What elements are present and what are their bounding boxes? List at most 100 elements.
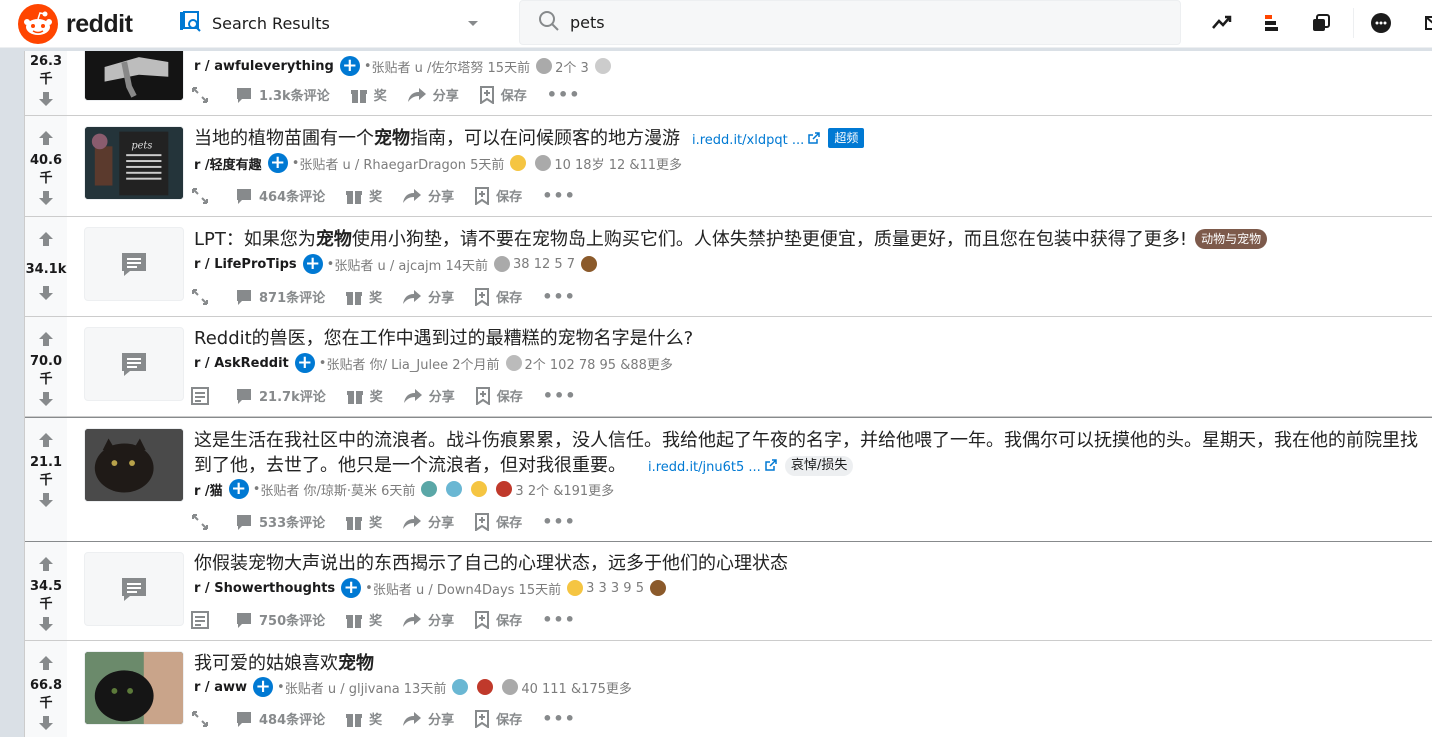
share-button[interactable]: 分享: [402, 186, 454, 205]
post-card[interactable]: 70.0 千 Reddit的兽医，您在工作中遇到过的最糟糕的宠物名字是什么? r …: [25, 317, 1432, 417]
award-button[interactable]: 奖: [345, 512, 382, 531]
comments-button[interactable]: 464条评论: [235, 186, 325, 205]
share-button[interactable]: 分享: [403, 386, 455, 405]
downvote-icon[interactable]: [38, 616, 54, 636]
post-thumbnail[interactable]: [84, 428, 184, 502]
post-title[interactable]: Reddit的兽医，您在工作中遇到过的最糟糕的宠物名字是什么?: [194, 326, 693, 351]
save-button[interactable]: 保存: [474, 186, 522, 205]
comments-button[interactable]: 21.7k评论: [235, 386, 326, 405]
expand-button[interactable]: [191, 187, 215, 205]
comments-button[interactable]: 533条评论: [235, 512, 325, 531]
comments-button[interactable]: 750条评论: [235, 610, 325, 629]
share-button[interactable]: 分享: [402, 512, 454, 531]
post-thumbnail[interactable]: [84, 651, 184, 725]
upvote-icon[interactable]: [38, 331, 54, 351]
post-thumbnail[interactable]: [84, 327, 184, 401]
award-button[interactable]: 奖: [345, 186, 382, 205]
chat-icon[interactable]: [1368, 10, 1394, 36]
save-button[interactable]: 保存: [474, 709, 522, 728]
post-thumbnail[interactable]: pets: [84, 126, 184, 200]
join-button[interactable]: +: [267, 153, 288, 173]
join-button[interactable]: +: [339, 56, 360, 76]
post-title[interactable]: 我可爱的姑娘喜欢宠物: [194, 651, 374, 676]
save-button[interactable]: 保存: [475, 386, 523, 405]
downvote-icon[interactable]: [38, 492, 54, 512]
upvote-icon[interactable]: [38, 130, 54, 150]
post-title[interactable]: 当地的植物苗圃有一个宠物指南，可以在问候顾客的地方漫游 i.redd.it/xld…: [194, 126, 865, 153]
subreddit-link[interactable]: r / AskReddit: [194, 356, 289, 371]
upvote-icon[interactable]: [38, 556, 54, 576]
share-button[interactable]: 分享: [402, 610, 454, 629]
downvote-icon[interactable]: [38, 391, 54, 411]
expand-button[interactable]: [191, 86, 215, 104]
coins-icon[interactable]: [1308, 10, 1334, 36]
downvote-icon[interactable]: [38, 285, 54, 305]
text-preview-button[interactable]: [191, 386, 215, 405]
award-button[interactable]: 奖: [345, 610, 382, 629]
award-button[interactable]: 奖: [346, 386, 383, 405]
join-button[interactable]: +: [228, 479, 249, 499]
share-button[interactable]: 分享: [402, 287, 454, 306]
search-input[interactable]: [570, 13, 1130, 32]
post-flair[interactable]: 哀悼/损失: [784, 456, 854, 476]
downvote-icon[interactable]: [38, 91, 54, 111]
award-button[interactable]: 奖: [345, 709, 382, 728]
join-button[interactable]: +: [253, 677, 274, 697]
post-thumbnail[interactable]: [84, 227, 184, 301]
save-button[interactable]: 保存: [474, 610, 522, 629]
post-thumbnail[interactable]: [84, 552, 184, 626]
award-button[interactable]: 奖: [345, 287, 382, 306]
post-card[interactable]: 34.5 千 你假装宠物大声说出的东西揭示了自己的心理状态，远多于他们的心理状态 …: [25, 542, 1432, 641]
post-flair[interactable]: 超频: [828, 128, 865, 148]
more-options-button[interactable]: •••: [542, 287, 576, 306]
text-preview-button[interactable]: [191, 610, 215, 629]
mail-icon[interactable]: [1418, 10, 1432, 36]
post-flair[interactable]: 动物与宠物: [1195, 229, 1268, 249]
join-button[interactable]: +: [294, 353, 315, 373]
external-link[interactable]: i.redd.it/xldpqt ...: [692, 132, 821, 148]
more-options-button[interactable]: •••: [543, 386, 577, 405]
subreddit-link[interactable]: r /猫: [194, 480, 223, 499]
share-button[interactable]: 分享: [407, 85, 459, 104]
comments-button[interactable]: 484条评论: [235, 709, 325, 728]
downvote-icon[interactable]: [38, 715, 54, 735]
post-card[interactable]: 26.3 千 r / awfuleverything + • 张贴者 u /佐尔塔…: [25, 51, 1432, 116]
post-title[interactable]: 你假装宠物大声说出的东西揭示了自己的心理状态，远多于他们的心理状态: [194, 551, 788, 576]
post-title[interactable]: LPT：如果您为宠物使用小狗垫，请不要在宠物岛上购买它们。人体失禁护垫更便宜，质…: [194, 227, 1268, 252]
subreddit-link[interactable]: r / awfuleverything: [194, 59, 334, 74]
award-button[interactable]: 奖: [350, 85, 387, 104]
post-card[interactable]: 21.1 千 这是生活在我社区中的流浪者。战斗伤痕累累，没人信任。我给他起了午夜的…: [25, 417, 1432, 542]
subreddit-link[interactable]: r / aww: [194, 680, 247, 695]
more-options-button[interactable]: •••: [542, 186, 576, 205]
upvote-icon[interactable]: [38, 432, 54, 452]
save-button[interactable]: 保存: [474, 512, 522, 531]
join-button[interactable]: +: [302, 254, 323, 274]
reddit-logo[interactable]: reddit: [18, 4, 133, 44]
expand-button[interactable]: [191, 710, 215, 728]
upvote-icon[interactable]: [38, 231, 54, 251]
more-options-button[interactable]: •••: [542, 512, 576, 531]
subreddit-link[interactable]: r / Showerthoughts: [194, 581, 335, 596]
post-title[interactable]: 这是生活在我社区中的流浪者。战斗伤痕累累，没人信任。我给他起了午夜的名字，并给他…: [194, 428, 1429, 480]
comments-button[interactable]: 871条评论: [235, 287, 325, 306]
share-button[interactable]: 分享: [402, 709, 454, 728]
subreddit-link[interactable]: r /轻度有趣: [194, 154, 262, 173]
more-options-button[interactable]: •••: [547, 85, 581, 104]
post-thumbnail[interactable]: [84, 51, 184, 101]
expand-button[interactable]: [191, 288, 215, 306]
subreddit-link[interactable]: r / LifeProTips: [194, 257, 297, 272]
search-results-dropdown[interactable]: Search Results: [170, 6, 490, 40]
downvote-icon[interactable]: [38, 190, 54, 210]
more-options-button[interactable]: •••: [542, 610, 576, 629]
more-options-button[interactable]: •••: [542, 709, 576, 728]
save-button[interactable]: 保存: [479, 85, 527, 104]
post-card[interactable]: 66.8 千 我可爱的姑娘喜欢宠物 r / aww + • 张贴者 u / glj…: [25, 641, 1432, 737]
expand-button[interactable]: [191, 513, 215, 531]
join-button[interactable]: +: [341, 578, 362, 598]
post-card[interactable]: 40.6 千 pets 当地的植物苗圃有一个宠物指南，可以在问候顾客的地方漫游 i.…: [25, 116, 1432, 217]
stats-icon[interactable]: [1258, 10, 1284, 36]
post-card[interactable]: 34.1k LPT：如果您为宠物使用小狗垫，请不要在宠物岛上购买它们。人体失禁护…: [25, 217, 1432, 317]
save-button[interactable]: 保存: [474, 287, 522, 306]
upvote-icon[interactable]: [38, 655, 54, 675]
comments-button[interactable]: 1.3k条评论: [235, 85, 330, 104]
